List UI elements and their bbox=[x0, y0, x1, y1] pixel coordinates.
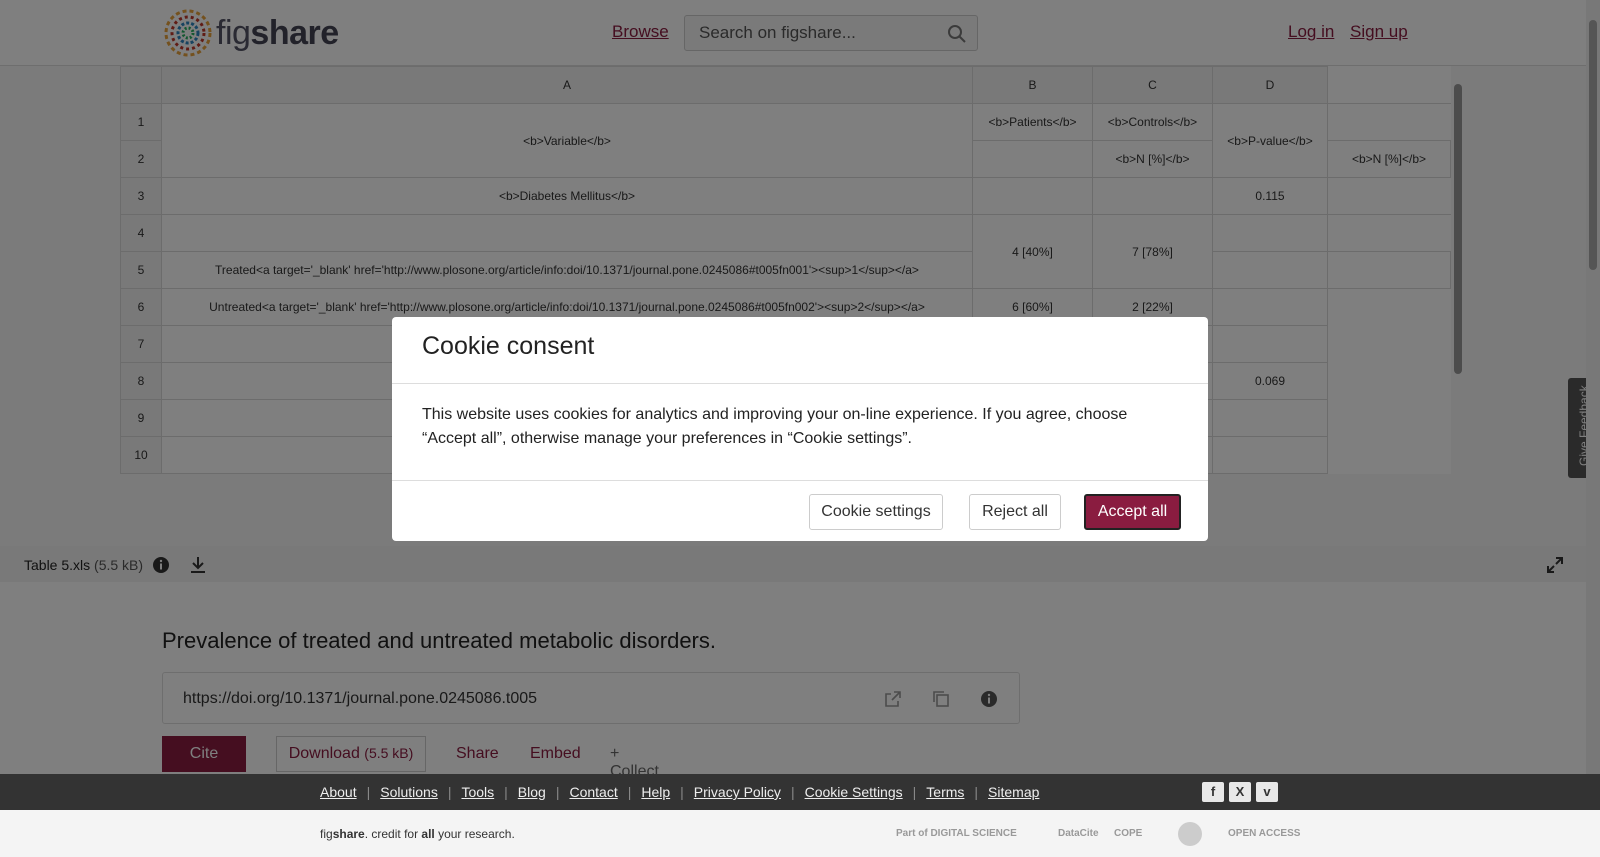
footer-credit: figshare. credit for all your research. bbox=[320, 827, 515, 841]
vimeo-icon[interactable]: v bbox=[1256, 782, 1278, 802]
footer-link-contact[interactable]: Contact bbox=[569, 784, 617, 800]
separator: | bbox=[447, 784, 452, 800]
separator: | bbox=[680, 784, 684, 800]
datacite-logo[interactable]: DataCite bbox=[1058, 822, 1099, 846]
separator: | bbox=[974, 784, 979, 800]
cope-logo[interactable]: COPE bbox=[1114, 822, 1142, 846]
separator: | bbox=[555, 784, 560, 800]
footer-link-help[interactable]: Help bbox=[641, 784, 670, 800]
digital-science-logo[interactable]: Part of DIGITAL SCIENCE bbox=[896, 822, 1017, 846]
footer-link-privacy[interactable]: Privacy Policy bbox=[694, 784, 781, 800]
cookie-consent-dialog: Cookie consent This website uses cookies… bbox=[392, 317, 1208, 541]
open-access-logo[interactable]: OPEN ACCESS bbox=[1228, 822, 1300, 846]
footer-link-solutions[interactable]: Solutions bbox=[380, 784, 438, 800]
footer-links-bar: About | Solutions | Tools | Blog | Contact | … bbox=[0, 774, 1600, 810]
facebook-icon[interactable]: f bbox=[1202, 782, 1224, 802]
separator: | bbox=[790, 784, 795, 800]
cookie-settings-button[interactable]: Cookie settings bbox=[809, 494, 943, 530]
footer-nav: About | Solutions | Tools | Blog | Contact | … bbox=[320, 784, 1039, 800]
separator: | bbox=[627, 784, 632, 800]
footer-link-about[interactable]: About bbox=[320, 784, 357, 800]
divider bbox=[392, 480, 1208, 481]
dialog-title: Cookie consent bbox=[422, 332, 595, 360]
footer-link-sitemap[interactable]: Sitemap bbox=[988, 784, 1039, 800]
separator: | bbox=[366, 784, 371, 800]
footer-link-cookie-settings[interactable]: Cookie Settings bbox=[805, 784, 903, 800]
reject-all-button[interactable]: Reject all bbox=[969, 494, 1061, 530]
footer-link-blog[interactable]: Blog bbox=[518, 784, 546, 800]
dialog-body: This website uses cookies for analytics … bbox=[422, 406, 1128, 447]
divider bbox=[392, 383, 1208, 384]
separator: | bbox=[504, 784, 508, 800]
seal-logo[interactable] bbox=[1178, 822, 1202, 846]
x-twitter-icon[interactable]: X bbox=[1229, 782, 1251, 802]
accept-all-button[interactable]: Accept all bbox=[1084, 494, 1181, 530]
footer-link-tools[interactable]: Tools bbox=[461, 784, 494, 800]
footer-bottom: figshare. credit for all your research. … bbox=[0, 810, 1600, 857]
footer-link-terms[interactable]: Terms bbox=[926, 784, 964, 800]
separator: | bbox=[912, 784, 917, 800]
